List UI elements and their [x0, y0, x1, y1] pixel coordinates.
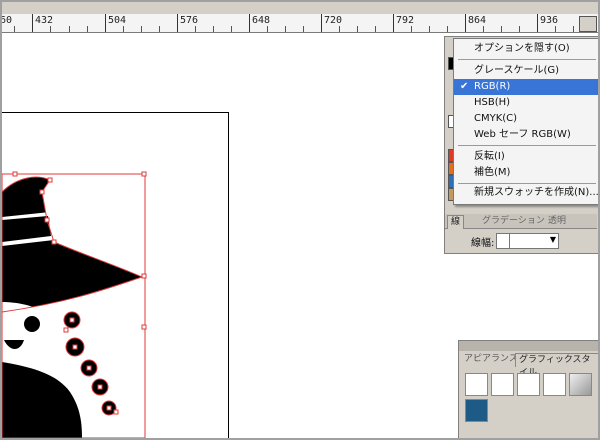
color-options-menu: オプションを隠す(O) グレースケール(G) ✔ RGB(R) HSB(H) C… — [453, 38, 598, 205]
tab-graphic-styles[interactable]: グラフィックスタイル — [515, 353, 598, 378]
panel-titlebar[interactable] — [459, 341, 598, 351]
menu-item-complement[interactable]: 補色(M) — [454, 165, 598, 181]
checkmark-icon: ✔ — [460, 81, 469, 92]
menu-item-invert[interactable]: 反転(I) — [454, 149, 598, 165]
style-gradient-gray[interactable] — [569, 373, 592, 396]
stroke-width-label: 線幅: — [471, 238, 495, 249]
style-blue-pattern[interactable] — [465, 399, 488, 422]
menu-separator — [458, 183, 596, 184]
menu-item-rgb[interactable]: ✔ RGB(R) — [454, 79, 598, 95]
style-empty[interactable] — [517, 373, 540, 396]
menu-item-new-swatch[interactable]: 新規スウォッチを作成(N)... — [454, 185, 598, 201]
menu-item-label: RGB(R) — [474, 81, 511, 92]
tab-transparency[interactable]: 透明 — [545, 215, 569, 228]
menu-separator — [458, 59, 596, 60]
stroke-width-stepper[interactable] — [496, 233, 510, 249]
graphic-styles-tabs: アピアランス グラフィックスタイル — [459, 353, 598, 378]
style-default[interactable] — [465, 373, 488, 396]
menu-separator — [458, 145, 596, 146]
illustrator-window: 360 432 504 576 648 720 792 864 936 — [2, 2, 598, 438]
tab-stroke[interactable]: 線 — [447, 215, 465, 229]
stroke-panel: 線幅: ▼ — [445, 229, 597, 252]
graphic-styles-panel: アピアランス グラフィックスタイル — [458, 340, 598, 438]
style-empty[interactable] — [543, 373, 566, 396]
tab-gradient[interactable]: グラデーション — [479, 215, 548, 228]
stroke-panel-tabs: 線 グラデーション 透明 — [445, 214, 597, 229]
tab-appearance[interactable]: アピアランス — [461, 353, 521, 366]
chevron-down-icon[interactable]: ▼ — [550, 235, 556, 244]
menu-item-hsb[interactable]: HSB(H) — [454, 95, 598, 111]
style-empty[interactable] — [491, 373, 514, 396]
menu-item-hide-options[interactable]: オプションを隠す(O) — [454, 41, 598, 57]
menu-item-web-safe-rgb[interactable]: Web セーフ RGB(W) — [454, 127, 598, 143]
stroke-width-field[interactable]: ▼ — [509, 233, 559, 249]
menu-item-cmyk[interactable]: CMYK(C) — [454, 111, 598, 127]
menu-item-grayscale[interactable]: グレースケール(G) — [454, 63, 598, 79]
